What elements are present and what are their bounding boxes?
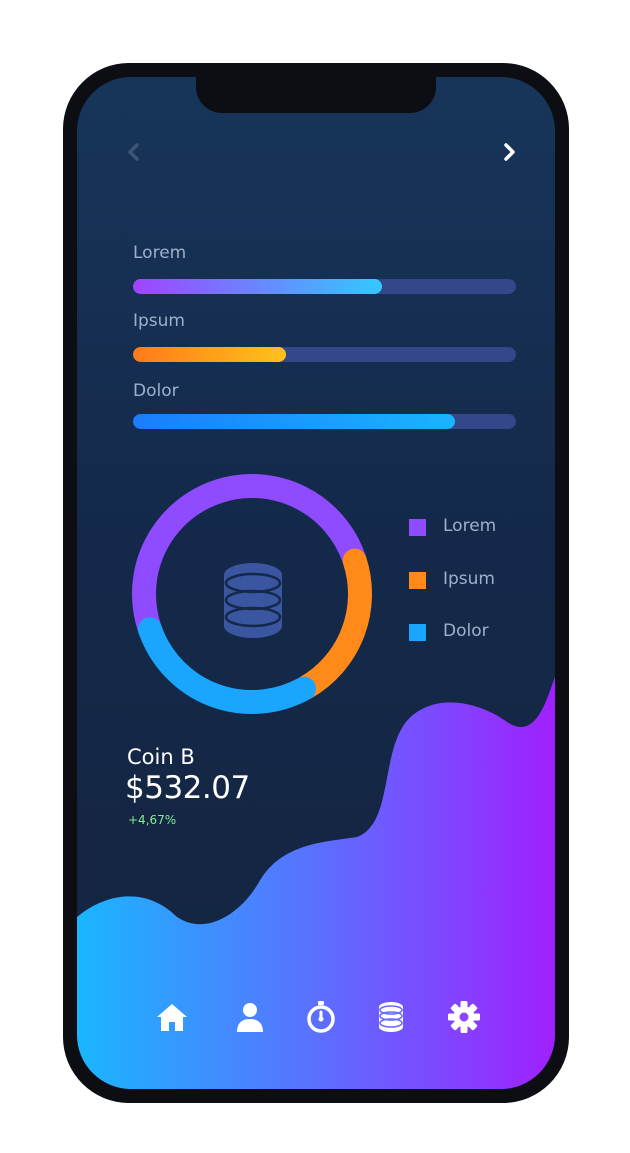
phone-notch (196, 77, 436, 113)
user-icon[interactable] (232, 999, 268, 1035)
legend-swatch (409, 624, 426, 641)
coin-name: Coin B (127, 745, 195, 769)
progress-fill-dolor (133, 414, 455, 429)
donut-chart (132, 474, 372, 714)
legend-swatch (409, 572, 426, 589)
coins-stack-icon (224, 563, 282, 638)
phone-frame: Lorem Ipsum Dolor Lorem Ipsum Dolor Coin… (63, 63, 569, 1103)
progress-bar-dolor (133, 414, 516, 429)
progress-bar-ipsum (133, 347, 516, 362)
settings-icon[interactable] (446, 999, 482, 1035)
coins-icon[interactable] (373, 999, 409, 1035)
progress-fill-lorem (133, 279, 382, 294)
legend-label: Ipsum (443, 569, 495, 589)
legend-label: Lorem (443, 516, 497, 536)
bar-label-lorem: Lorem (133, 243, 187, 263)
chevron-right-icon[interactable] (496, 139, 522, 165)
progress-fill-ipsum (133, 347, 287, 362)
home-icon[interactable] (154, 999, 190, 1035)
legend-label: Dolor (443, 621, 489, 641)
coin-change: +4,67% (128, 813, 177, 827)
coin-price: $532.07 (125, 770, 250, 806)
app-screen: Lorem Ipsum Dolor Lorem Ipsum Dolor Coin… (77, 77, 555, 1089)
legend-swatch (409, 519, 426, 536)
progress-bar-lorem (133, 279, 516, 294)
bar-label-dolor: Dolor (133, 381, 179, 401)
chevron-left-icon[interactable] (121, 139, 147, 165)
bar-label-ipsum: Ipsum (133, 311, 185, 331)
timer-icon[interactable] (303, 999, 339, 1035)
